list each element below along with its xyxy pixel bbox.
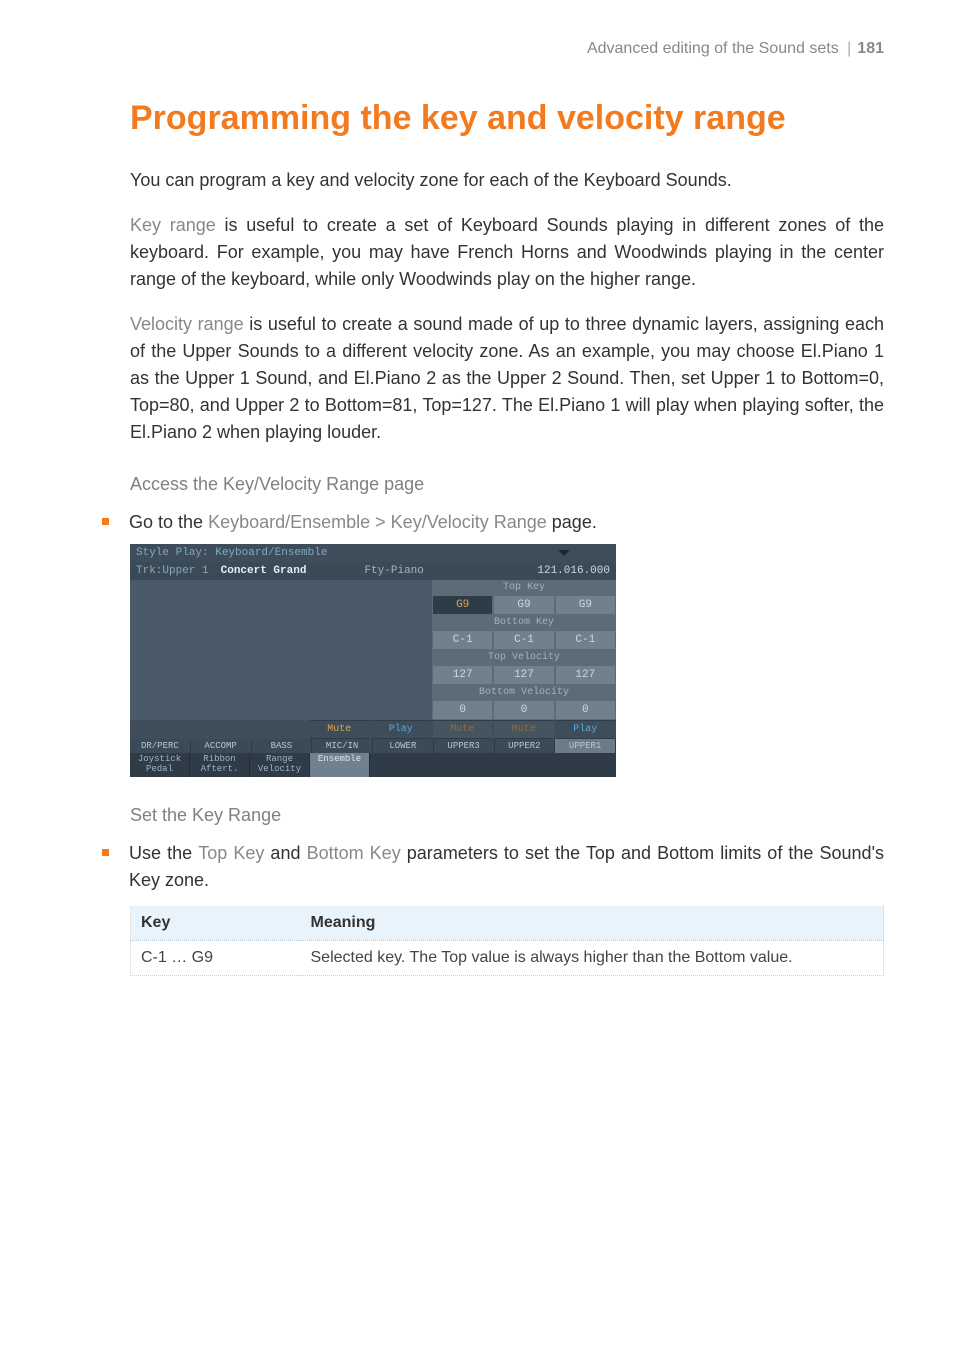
param-cell[interactable]: 0	[433, 701, 492, 719]
bullet-access-post: page.	[547, 512, 597, 532]
bullet-set-mid: and	[264, 843, 306, 863]
track-name-cell[interactable]: DR/PERC	[130, 739, 191, 753]
trk-name: Concert Grand	[221, 565, 307, 577]
header-pagenum: 181	[857, 40, 884, 57]
bullet-access-path: Keyboard/Ensemble > Key/Velocity Range	[208, 512, 547, 532]
subhead-set-key: Set the Key Range	[130, 805, 884, 826]
param-cell[interactable]: C-1	[494, 631, 553, 649]
td-meaning: Selected key. The Top value is always hi…	[301, 940, 884, 975]
velocity-range-body: is useful to create a sound made of up t…	[130, 314, 884, 442]
track-name-cell[interactable]: LOWER	[373, 739, 434, 753]
param-cell[interactable]: G9	[433, 596, 492, 614]
bullet-access: Go to the Keyboard/Ensemble > Key/Veloci…	[102, 509, 884, 536]
header-section: Advanced editing of the Sound sets	[587, 40, 839, 57]
param-grid: Top KeyG9G9G9Bottom KeyC-1C-1C-1Top Velo…	[130, 580, 616, 720]
param-cells: C-1C-1C-1	[432, 630, 616, 650]
subhead-access: Access the Key/Velocity Range page	[130, 474, 884, 495]
param-cell[interactable]: G9	[556, 596, 615, 614]
device-screenshot: Style Play: Keyboard/Ensemble Trk:Upper …	[130, 544, 616, 777]
param-header: Bottom Velocity	[432, 685, 616, 700]
param-header: Top Velocity	[432, 650, 616, 665]
page-title: Programming the key and velocity range	[130, 98, 884, 139]
tab[interactable]: Ribbon Aftert.	[190, 753, 250, 777]
track-names-row: DR/PERCACCOMPBASSMIC/INLOWERUPPER3UPPER2…	[130, 739, 616, 753]
bullet-square-icon	[102, 518, 109, 525]
track-name-cell[interactable]: UPPER1	[555, 739, 616, 753]
tab[interactable]: Ensemble	[310, 753, 370, 777]
track-name-cell[interactable]: UPPER2	[495, 739, 556, 753]
trk-num: 121.016.000	[537, 565, 610, 577]
param-cell[interactable]: G9	[494, 596, 553, 614]
table-row: C-1 … G9 Selected key. The Top value is …	[131, 940, 884, 975]
bullet-square-icon	[102, 849, 109, 856]
param-cells: 127127127	[432, 665, 616, 685]
page-header: Advanced editing of the Sound sets | 181	[130, 40, 884, 58]
param-column: Top KeyG9G9G9Bottom KeyC-1C-1C-1Top Velo…	[432, 580, 616, 720]
key-table: Key Meaning C-1 … G9 Selected key. The T…	[130, 906, 884, 976]
tab[interactable]: Range Velocity	[250, 753, 310, 777]
param-cell[interactable]: C-1	[556, 631, 615, 649]
param-cells: 000	[432, 700, 616, 720]
param-cell[interactable]: 0	[494, 701, 553, 719]
param-left-blank	[130, 580, 432, 720]
track-name-cell[interactable]: ACCOMP	[191, 739, 252, 753]
header-sep: |	[847, 40, 851, 57]
mute-play-cell[interactable]: Mute	[433, 720, 493, 739]
param-cell[interactable]: 127	[433, 666, 492, 684]
param-cell[interactable]: 127	[556, 666, 615, 684]
mute-play-cell[interactable]: Play	[371, 720, 431, 739]
velocity-range-lead: Velocity range	[130, 314, 244, 334]
tab-rest	[370, 753, 616, 777]
track-info-bar: Trk:Upper 1 Concert Grand Fty-Piano 121.…	[130, 562, 616, 580]
menu-dropdown-icon[interactable]	[558, 550, 570, 556]
trk-mid: Fty-Piano	[364, 565, 423, 577]
th-key: Key	[131, 906, 301, 941]
param-cells: G9G9G9	[432, 595, 616, 615]
trk-label: Trk:Upper 1	[136, 565, 209, 577]
bullet-set-topkey: Top Key	[198, 843, 264, 863]
tab-row: Joystick PedalRibbon Aftert.Range Veloci…	[130, 753, 616, 777]
mute-play-blank	[249, 720, 309, 739]
track-name-cell[interactable]: MIC/IN	[312, 739, 373, 753]
mute-play-cell[interactable]: Mute	[310, 720, 370, 739]
screen-titlebar: Style Play: Keyboard/Ensemble	[130, 544, 616, 562]
bullet-set-bottomkey: Bottom Key	[307, 843, 401, 863]
screen-title: Style Play: Keyboard/Ensemble	[136, 547, 327, 559]
param-cell[interactable]: 0	[556, 701, 615, 719]
mute-play-blank	[130, 720, 190, 739]
bullet-set-key: Use the Top Key and Bottom Key parameter…	[102, 840, 884, 894]
mute-play-blank	[190, 720, 250, 739]
bullet-access-pre: Go to the	[129, 512, 208, 532]
param-cell[interactable]: 127	[494, 666, 553, 684]
mute-play-cell[interactable]: Mute	[494, 720, 554, 739]
velocity-range-paragraph: Velocity range is useful to create a sou…	[130, 311, 884, 446]
param-header: Bottom Key	[432, 615, 616, 630]
param-header: Top Key	[432, 580, 616, 595]
bullet-set-pre: Use the	[129, 843, 198, 863]
tab[interactable]: Joystick Pedal	[130, 753, 190, 777]
key-range-body: is useful to create a set of Keyboard So…	[130, 215, 884, 289]
mute-play-cell[interactable]: Play	[556, 720, 616, 739]
intro-paragraph: You can program a key and velocity zone …	[130, 167, 884, 194]
track-name-cell[interactable]: UPPER3	[434, 739, 495, 753]
key-range-lead: Key range	[130, 215, 216, 235]
track-name-cell[interactable]: BASS	[252, 739, 313, 753]
mute-play-row: MutePlayMuteMutePlay	[130, 720, 616, 739]
td-key: C-1 … G9	[131, 940, 301, 975]
key-range-paragraph: Key range is useful to create a set of K…	[130, 212, 884, 293]
param-cell[interactable]: C-1	[433, 631, 492, 649]
th-meaning: Meaning	[301, 906, 884, 941]
